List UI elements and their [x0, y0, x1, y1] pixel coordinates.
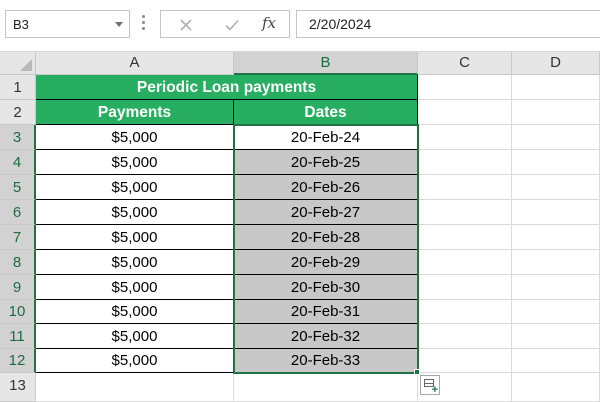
chevron-down-icon[interactable] — [115, 22, 123, 27]
row-header-9[interactable]: 9 — [0, 275, 36, 300]
row-header-8[interactable]: 8 — [0, 250, 36, 275]
cell-d7[interactable] — [512, 225, 600, 250]
date-cell[interactable]: 20-Feb-31 — [234, 300, 418, 324]
formula-input[interactable]: 2/20/2024 — [296, 10, 600, 38]
payment-cell[interactable]: $5,000 — [36, 125, 234, 150]
date-cell[interactable]: 20-Feb-29 — [234, 250, 418, 275]
cell-d11[interactable] — [512, 324, 600, 349]
payment-cell[interactable]: $5,000 — [36, 200, 234, 225]
payment-cell[interactable]: $5,000 — [36, 300, 234, 324]
row-header-3[interactable]: 3 — [0, 125, 36, 150]
formula-bar: B3 fx 2/20/2024 — [0, 0, 600, 52]
cell-c4[interactable] — [418, 150, 512, 175]
checkmark-icon[interactable] — [224, 17, 240, 33]
payment-cell[interactable]: $5,000 — [36, 250, 234, 275]
row-header-12[interactable]: 12 — [0, 349, 36, 373]
payment-cell[interactable]: $5,000 — [36, 150, 234, 175]
formula-value: 2/20/2024 — [309, 16, 372, 32]
table-title[interactable]: Periodic Loan payments — [36, 75, 418, 100]
name-box-value[interactable]: B3 — [13, 17, 29, 32]
cell-c12[interactable] — [418, 349, 512, 373]
cell-d4[interactable] — [512, 150, 600, 175]
row-header-11[interactable]: 11 — [0, 324, 36, 349]
row-header-7[interactable]: 7 — [0, 225, 36, 250]
cancel-x-icon[interactable] — [178, 17, 194, 33]
plus-icon: + — [431, 384, 438, 396]
row-header-1[interactable]: 1 — [0, 75, 36, 100]
payment-cell[interactable]: $5,000 — [36, 349, 234, 373]
cell-d5[interactable] — [512, 175, 600, 200]
quick-analysis-button[interactable]: + — [420, 375, 440, 396]
cell-c8[interactable] — [418, 250, 512, 275]
name-box[interactable]: B3 — [5, 10, 130, 38]
cell-b13[interactable] — [234, 373, 418, 402]
cell-d9[interactable] — [512, 275, 600, 300]
row-header-10[interactable]: 10 — [0, 300, 36, 324]
cell-c10[interactable] — [418, 300, 512, 324]
payments-header[interactable]: Payments — [36, 100, 234, 125]
row-header-13[interactable]: 13 — [0, 373, 36, 402]
cell-c9[interactable] — [418, 275, 512, 300]
column-header-d[interactable]: D — [512, 52, 600, 75]
cell-d2[interactable] — [512, 100, 600, 125]
row-header-2[interactable]: 2 — [0, 100, 36, 125]
payment-cell[interactable]: $5,000 — [36, 175, 234, 200]
select-all-button[interactable] — [0, 52, 36, 75]
cell-d10[interactable] — [512, 300, 600, 324]
column-header-c[interactable]: C — [418, 52, 512, 75]
select-all-triangle-icon — [20, 59, 32, 71]
dates-header[interactable]: Dates — [234, 100, 418, 125]
cell-d13[interactable] — [512, 373, 600, 402]
insert-function-icon[interactable]: fx — [262, 14, 276, 32]
cell-d8[interactable] — [512, 250, 600, 275]
row-header-6[interactable]: 6 — [0, 200, 36, 225]
cell-d12[interactable] — [512, 349, 600, 373]
date-cell[interactable]: 20-Feb-32 — [234, 324, 418, 349]
date-cell[interactable]: 20-Feb-25 — [234, 150, 418, 175]
cell-c11[interactable] — [418, 324, 512, 349]
cell-c7[interactable] — [418, 225, 512, 250]
date-cell[interactable]: 20-Feb-26 — [234, 175, 418, 200]
column-header-a[interactable]: A — [36, 52, 234, 75]
date-cell[interactable]: 20-Feb-28 — [234, 225, 418, 250]
column-header-b[interactable]: B — [234, 52, 418, 75]
grip-dots-icon[interactable] — [142, 15, 145, 32]
cell-c1[interactable] — [418, 75, 512, 100]
cell-d3[interactable] — [512, 125, 600, 150]
cell-c2[interactable] — [418, 100, 512, 125]
row-header-5[interactable]: 5 — [0, 175, 36, 200]
cell-c3[interactable] — [418, 125, 512, 150]
date-cell-active[interactable]: 20-Feb-24 — [234, 125, 418, 150]
cell-c5[interactable] — [418, 175, 512, 200]
payment-cell[interactable]: $5,000 — [36, 225, 234, 250]
date-cell[interactable]: 20-Feb-27 — [234, 200, 418, 225]
cell-c6[interactable] — [418, 200, 512, 225]
formula-buttons: fx — [160, 10, 290, 38]
cell-d6[interactable] — [512, 200, 600, 225]
date-cell[interactable]: 20-Feb-30 — [234, 275, 418, 300]
row-header-4[interactable]: 4 — [0, 150, 36, 175]
payment-cell[interactable]: $5,000 — [36, 275, 234, 300]
cell-a13[interactable] — [36, 373, 234, 402]
payment-cell[interactable]: $5,000 — [36, 324, 234, 349]
cell-d1[interactable] — [512, 75, 600, 100]
date-cell[interactable]: 20-Feb-33 — [234, 349, 418, 373]
